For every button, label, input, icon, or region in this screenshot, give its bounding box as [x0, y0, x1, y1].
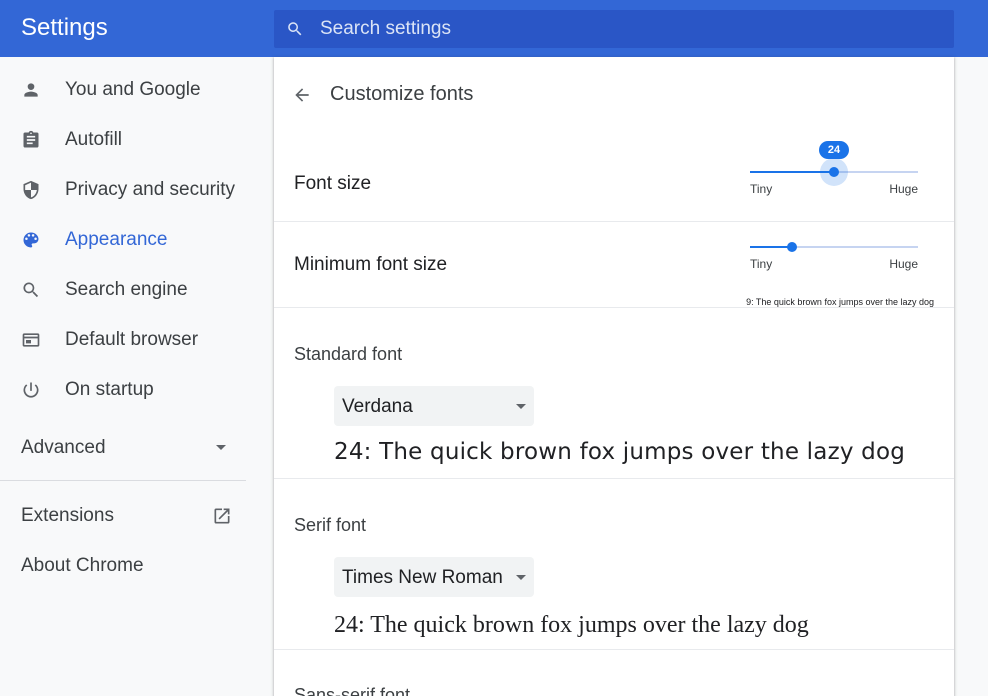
sidebar-divider — [0, 480, 246, 481]
slider-knob[interactable] — [829, 167, 839, 177]
sidebar-item-autofill[interactable]: Autofill — [0, 115, 258, 165]
slider-value-bubble: 24 — [819, 141, 849, 159]
slider-knob[interactable] — [787, 242, 797, 252]
slider-max-label: Huge — [889, 257, 918, 271]
row-divider — [274, 478, 954, 479]
palette-icon — [23, 232, 39, 248]
chevron-down-icon — [216, 445, 226, 450]
sans-serif-font-label: Sans-serif font — [294, 685, 411, 696]
sidebar-item-default-browser[interactable]: Default browser — [0, 315, 258, 365]
slider-min-label: Tiny — [750, 257, 773, 271]
sidebar-item-on-startup[interactable]: On startup — [0, 365, 258, 415]
about-chrome-link[interactable]: About Chrome — [21, 555, 144, 577]
chevron-down-icon — [516, 404, 526, 409]
sidebar-item-label: Search engine — [65, 279, 188, 300]
font-size-slider[interactable]: 24 Tiny Huge — [750, 141, 918, 196]
row-divider — [274, 307, 954, 308]
browser-window-icon — [22, 333, 40, 347]
row-divider — [274, 649, 954, 650]
sidebar-item-appearance[interactable]: Appearance — [0, 215, 258, 265]
minimum-font-size-label: Minimum font size — [294, 254, 448, 275]
search-icon — [288, 22, 302, 36]
slider-min-label: Tiny — [750, 182, 773, 196]
page-title: Customize fonts — [330, 83, 474, 105]
serif-font-label: Serif font — [294, 515, 367, 535]
serif-font-sample: 24: The quick brown fox jumps over the l… — [334, 612, 809, 638]
row-divider — [274, 221, 954, 222]
person-icon — [24, 83, 38, 97]
sidebar: You and Google Autofill Privacy and secu… — [0, 57, 258, 696]
external-link-icon[interactable] — [212, 506, 232, 526]
search-icon — [23, 282, 39, 298]
selected-value: Verdana — [342, 396, 413, 417]
font-size-label: Font size — [294, 173, 372, 194]
search-box[interactable] — [274, 10, 954, 48]
sidebar-item-search-engine[interactable]: Search engine — [0, 265, 258, 315]
search-input[interactable] — [320, 10, 940, 48]
minimum-font-sample: 9: The quick brown fox jumps over the la… — [746, 297, 934, 307]
standard-font-select[interactable]: Verdana — [334, 386, 534, 426]
sidebar-item-label: Privacy and security — [65, 179, 236, 200]
app-title: Settings — [21, 14, 108, 41]
sidebar-item-label: On startup — [65, 379, 154, 400]
power-icon — [23, 382, 39, 398]
minimum-font-size-slider[interactable]: Tiny Huge — [750, 231, 918, 271]
serif-font-select[interactable]: Times New Roman — [334, 557, 534, 597]
sidebar-item-label: Autofill — [65, 129, 123, 150]
sidebar-item-you-and-google[interactable]: You and Google — [0, 65, 258, 115]
standard-font-sample: 24: The quick brown fox jumps over the l… — [334, 439, 906, 465]
advanced-label: Advanced — [21, 437, 106, 458]
extensions-link[interactable]: Extensions — [21, 505, 114, 527]
sidebar-item-label: Default browser — [65, 329, 199, 350]
sidebar-item-label: Appearance — [65, 229, 168, 250]
selected-value: Times New Roman — [342, 567, 503, 588]
shield-icon — [23, 180, 39, 200]
slider-max-label: Huge — [889, 182, 918, 196]
chevron-down-icon — [516, 575, 526, 580]
top-bar: Settings — [0, 0, 988, 57]
clipboard-icon — [23, 130, 39, 148]
customize-fonts-card: Customize fonts Font size 24 Tiny Huge M… — [274, 57, 954, 696]
back-arrow-icon[interactable] — [292, 85, 312, 105]
sidebar-item-label: You and Google — [65, 79, 201, 100]
standard-font-label: Standard font — [294, 344, 403, 364]
advanced-section-toggle[interactable]: Advanced — [0, 423, 258, 473]
sidebar-item-privacy-and-security[interactable]: Privacy and security — [0, 165, 258, 215]
slider-fill — [750, 246, 792, 248]
